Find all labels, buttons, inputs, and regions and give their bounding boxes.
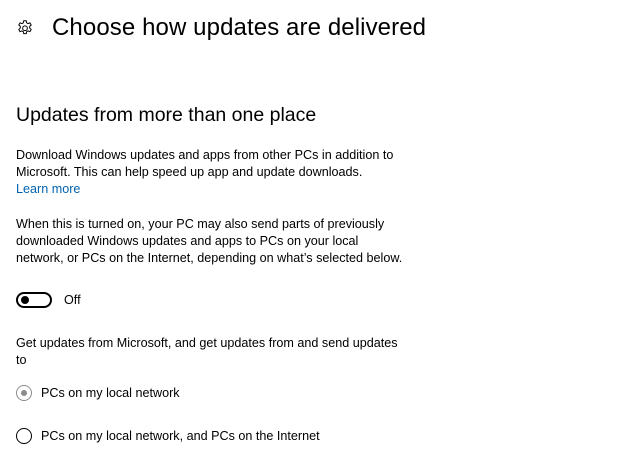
delivery-optimization-toggle[interactable] <box>16 292 52 308</box>
radio-label-local-and-internet: PCs on my local network, and PCs on the … <box>41 429 320 443</box>
radio-button-local-and-internet[interactable] <box>16 428 32 444</box>
radio-selected-dot <box>20 389 27 396</box>
gear-icon <box>18 20 32 35</box>
section-detail: When this is turned on, your PC may also… <box>16 217 403 265</box>
options-prompt: Get updates from Microsoft, and get upda… <box>16 336 398 367</box>
section-description: Download Windows updates and apps from o… <box>16 148 394 179</box>
page-header: Choose how updates are delivered <box>16 10 426 46</box>
radio-button-local-network[interactable] <box>16 385 32 401</box>
radio-option-local-network[interactable]: PCs on my local network <box>16 385 180 401</box>
delivery-optimization-toggle-row: Off <box>16 292 81 308</box>
page-title: Choose how updates are delivered <box>52 14 427 41</box>
toggle-state-label: Off <box>64 293 81 307</box>
radio-option-local-and-internet[interactable]: PCs on my local network, and PCs on the … <box>16 428 320 444</box>
radio-label-local-network: PCs on my local network <box>41 386 180 400</box>
toggle-knob <box>21 296 29 304</box>
section-title: Updates from more than one place <box>16 104 317 126</box>
learn-more-link[interactable]: Learn more <box>16 181 80 198</box>
